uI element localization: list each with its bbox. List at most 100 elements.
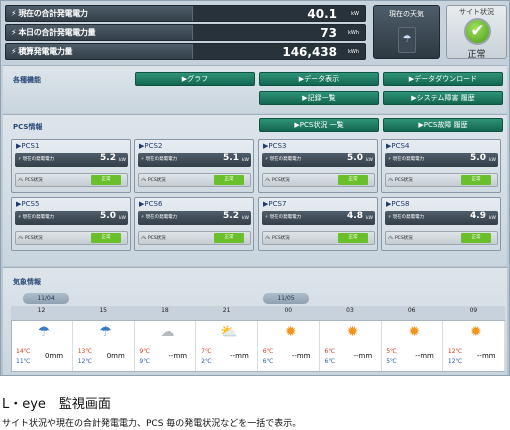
forecast-rain: --mm	[353, 352, 373, 360]
forecast-time: 18	[161, 307, 169, 314]
date-label: 11/04	[23, 293, 69, 304]
functions-title: 各種機能	[13, 76, 41, 84]
pcs-card[interactable]: ▶PCS7 ⚡ 現在の発電電力 4.8 kW ⁄∿ PCS状況 正常	[258, 197, 378, 251]
pcs-card[interactable]: ▶PCS4 ⚡ 現在の発電電力 5.0 kW ⁄∿ PCS状況 正常	[381, 139, 501, 193]
pcs-power-value: 5.0	[470, 153, 486, 163]
pcs-power-value: 5.0	[100, 211, 116, 221]
pcs-status-row: ⁄∿ PCS状況 正常	[262, 231, 375, 245]
pcs-card[interactable]: ▶PCS3 ⚡ 現在の発電電力 5.0 kW ⁄∿ PCS状況 正常	[258, 139, 378, 193]
pcs-status-icon: ⁄∿	[142, 236, 147, 241]
pcs-fault-history-button[interactable]: ▶PCS故障 履歴	[383, 118, 503, 132]
pcs-power-unit: kW	[241, 158, 249, 163]
forecast-time-row: 12 15 18 21 00 03 06 09	[11, 306, 505, 320]
forecast-time: 03	[346, 307, 354, 314]
pcs-power-row: ⚡ 現在の発電電力 5.1 kW	[138, 153, 251, 167]
forecast-cell: ✹ 6℃ 6℃ --mm	[321, 321, 382, 371]
pcs-status-label: PCS状況	[147, 178, 166, 183]
caption-subtitle: サイト状況や現在の合計発電電力、PCS 毎の発電状況などを一括で表示。	[2, 419, 302, 429]
system-fault-history-button[interactable]: ▶システム障害 履歴	[383, 91, 503, 105]
pcs-status-icon: ⁄∿	[266, 178, 271, 183]
record-list-button[interactable]: ▶記録一覧	[259, 91, 379, 105]
bolt-icon: ⚡	[18, 215, 22, 220]
forecast-rain: --mm	[476, 352, 496, 360]
forecast-high: 12℃	[447, 348, 463, 355]
sun-icon: ✹	[470, 324, 482, 340]
site-status-state: 正常	[467, 50, 486, 60]
pcs-status-icon: ⁄∿	[19, 236, 24, 241]
bolt-icon: ⚡	[388, 215, 392, 220]
rain-umbrella-icon: ☂	[37, 324, 51, 340]
pcs-status-badge: 正常	[91, 233, 121, 243]
pcs-status-icon: ⁄∿	[19, 178, 24, 183]
pcs-status-list-button[interactable]: ▶PCS状況 一覧	[259, 118, 379, 132]
forecast-high: 5℃	[386, 348, 397, 355]
forecast-time: 00	[284, 307, 293, 314]
summary-unit: kWh	[347, 30, 359, 36]
pcs-status-icon: ⁄∿	[266, 236, 271, 241]
pcs-status-row: ⁄∿ PCS状況 正常	[385, 173, 498, 187]
forecast-time: 09	[469, 307, 478, 314]
today-total-energy: ⚡ 本日の合計発電電力量 73 kWh	[5, 24, 366, 41]
pcs-status-row: ⁄∿ PCS状況 正常	[15, 173, 128, 187]
pcs-power-row: ⚡ 現在の発電電力 4.9 kW	[385, 211, 498, 225]
forecast-time: 15	[99, 307, 107, 314]
data-download-button[interactable]: ▶データダウンロード	[383, 72, 503, 86]
rain-icon: ☂	[398, 27, 416, 53]
forecast-low: 12℃	[447, 358, 463, 365]
pcs-status-badge: 正常	[461, 233, 491, 243]
pcs-power-label: 現在の発電電力	[269, 215, 302, 220]
pcs-status-badge: 正常	[214, 175, 244, 185]
pcs-status-label: PCS状況	[271, 178, 290, 183]
graph-button[interactable]: ▶グラフ	[135, 72, 255, 86]
pcs-power-value: 5.2	[100, 153, 116, 163]
forecast-cell: ⛅ 7℃ 2℃ --mm	[197, 321, 259, 371]
pcs-name: ▶PCS3	[263, 142, 287, 150]
summary-value: 40.1	[307, 7, 337, 21]
date-label: 11/05	[263, 293, 309, 304]
forecast-cell: ☂ 14℃ 11℃ 0mm	[12, 321, 73, 371]
pcs-card[interactable]: ▶PCS5 ⚡ 現在の発電電力 5.0 kW ⁄∿ PCS状況 正常	[11, 197, 131, 251]
forecast-low: 9℃	[139, 358, 150, 365]
pcs-power-unit: kW	[365, 158, 373, 163]
forecast-cell: ✹ 6℃ 6℃ --mm	[259, 321, 320, 371]
cumulative-energy: ⚡ 積算発電電力量 146,438 kWh	[5, 43, 366, 60]
forecast-high: 6℃	[262, 348, 274, 355]
sun-icon: ✹	[408, 324, 421, 340]
data-display-button[interactable]: ▶データ表示	[259, 72, 379, 86]
pcs-status-label: PCS状況	[394, 236, 413, 241]
pcs-status-label: PCS状況	[394, 178, 413, 183]
pcs-power-unit: kW	[365, 216, 373, 221]
pcs-status-icon: ⁄∿	[389, 236, 394, 241]
pcs-power-unit: kW	[488, 158, 496, 163]
pcs-card[interactable]: ▶PCS6 ⚡ 現在の発電電力 5.2 kW ⁄∿ PCS状況 正常	[134, 197, 254, 251]
summary-unit: kW	[351, 11, 359, 17]
forecast-rain: 0mm	[45, 352, 64, 360]
pcs-status-icon: ⁄∿	[142, 178, 147, 183]
pcs-status-badge: 正常	[338, 175, 368, 185]
current-weather-title: 現在の天気	[389, 10, 424, 18]
forecast-high: 6℃	[324, 348, 336, 355]
bolt-icon: ⚡	[265, 215, 269, 220]
pcs-status-badge: 正常	[214, 233, 244, 243]
pcs-card[interactable]: ▶PCS1 ⚡ 現在の発電電力 5.2 kW ⁄∿ PCS状況 正常	[11, 139, 131, 193]
weather-section-title: 気象情報	[13, 278, 41, 286]
pcs-power-label: 現在の発電電力	[145, 157, 178, 162]
sun-icon: ✹	[346, 324, 359, 340]
monitor-dashboard: ⚡ 現在の合計発電電力 40.1 kW ⚡ 本日の合計発電電力量 73 kWh ⚡ 積…	[0, 0, 510, 376]
pcs-power-label: 現在の発電電力	[392, 215, 425, 220]
forecast-low: 2℃	[201, 358, 212, 365]
pcs-power-value: 5.0	[347, 153, 363, 163]
pcs-status-label: PCS状況	[24, 236, 43, 241]
pcs-status-badge: 正常	[91, 175, 121, 185]
pcs-status-badge: 正常	[338, 233, 368, 243]
forecast-rain: --mm	[230, 352, 249, 360]
pcs-power-label: 現在の発電電力	[145, 215, 178, 220]
pcs-card[interactable]: ▶PCS2 ⚡ 現在の発電電力 5.1 kW ⁄∿ PCS状況 正常	[134, 139, 254, 193]
forecast-rain: --mm	[415, 352, 434, 360]
summary-value: 73	[320, 26, 337, 40]
pcs-card[interactable]: ▶PCS8 ⚡ 現在の発電電力 4.9 kW ⁄∿ PCS状況 正常	[381, 197, 501, 251]
site-status-title: サイト状況	[459, 8, 494, 16]
pcs-status-badge: 正常	[461, 175, 491, 185]
forecast-rain: --mm	[168, 352, 188, 360]
bolt-icon: ⚡	[141, 157, 145, 162]
